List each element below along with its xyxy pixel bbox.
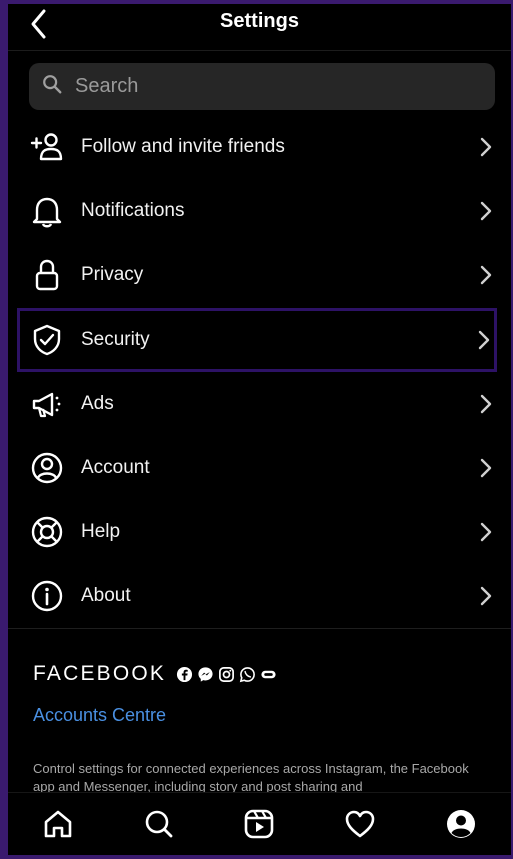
menu-item-security[interactable]: Security	[17, 307, 497, 372]
chevron-right-icon	[479, 136, 493, 158]
search-icon[interactable]	[139, 804, 179, 844]
search-icon	[41, 73, 63, 100]
menu-item-help[interactable]: Help	[8, 500, 511, 564]
menu-item-privacy[interactable]: Privacy	[8, 243, 511, 307]
shield-icon	[30, 323, 64, 357]
meta-apps-icons	[176, 666, 281, 683]
facebook-description: Control settings for connected experienc…	[33, 761, 469, 794]
reels-icon[interactable]	[239, 804, 279, 844]
facebook-brand-row: FACEBOOK	[33, 662, 281, 686]
menu-item-about[interactable]: About	[8, 564, 511, 628]
bell-icon	[30, 194, 64, 228]
chevron-right-icon	[479, 393, 493, 415]
menu-item-follow-invite[interactable]: Follow and invite friends	[8, 115, 511, 179]
chevron-right-icon	[479, 521, 493, 543]
info-icon	[30, 579, 64, 613]
menu-item-label: Ads	[81, 392, 114, 414]
search-bar[interactable]	[29, 63, 495, 110]
menu-item-label: Privacy	[81, 264, 144, 286]
menu-item-label: Account	[81, 457, 150, 479]
search-input[interactable]	[73, 74, 477, 99]
messenger-icon	[198, 666, 213, 682]
header: Settings	[8, 4, 511, 51]
megaphone-icon	[30, 387, 64, 421]
menu-item-ads[interactable]: Ads	[8, 372, 511, 436]
chevron-right-icon	[477, 329, 491, 351]
facebook-icon	[177, 666, 193, 682]
home-icon[interactable]	[38, 804, 78, 844]
instagram-icon	[219, 666, 235, 682]
portal-icon	[261, 670, 276, 678]
menu-item-label: Security	[81, 328, 150, 350]
menu-item-label: Notifications	[81, 200, 185, 222]
accounts-centre-link[interactable]: Accounts Centre	[33, 705, 166, 726]
chevron-right-icon	[479, 200, 493, 222]
add-person-icon	[30, 130, 64, 164]
lock-icon	[30, 258, 64, 292]
page-title: Settings	[220, 10, 299, 32]
menu-item-notifications[interactable]: Notifications	[8, 179, 511, 243]
menu-item-label: About	[81, 585, 131, 607]
settings-screen: Settings Follow and invite friends Notif…	[8, 4, 511, 855]
chevron-right-icon	[479, 264, 493, 286]
section-divider	[8, 628, 511, 629]
menu-item-label: Help	[81, 521, 121, 543]
chevron-right-icon	[479, 585, 493, 607]
facebook-wordmark: FACEBOOK	[33, 662, 167, 685]
heart-icon[interactable]	[340, 804, 380, 844]
settings-menu: Follow and invite friends Notifications …	[8, 115, 511, 629]
menu-item-label: Follow and invite friends	[81, 136, 285, 158]
bottom-tab-bar	[8, 792, 511, 855]
menu-item-account[interactable]: Account	[8, 436, 511, 500]
account-circle-icon	[30, 451, 64, 485]
lifebuoy-icon	[30, 515, 64, 549]
whatsapp-icon	[239, 666, 256, 682]
profile-icon[interactable]	[441, 804, 481, 844]
chevron-right-icon	[479, 457, 493, 479]
